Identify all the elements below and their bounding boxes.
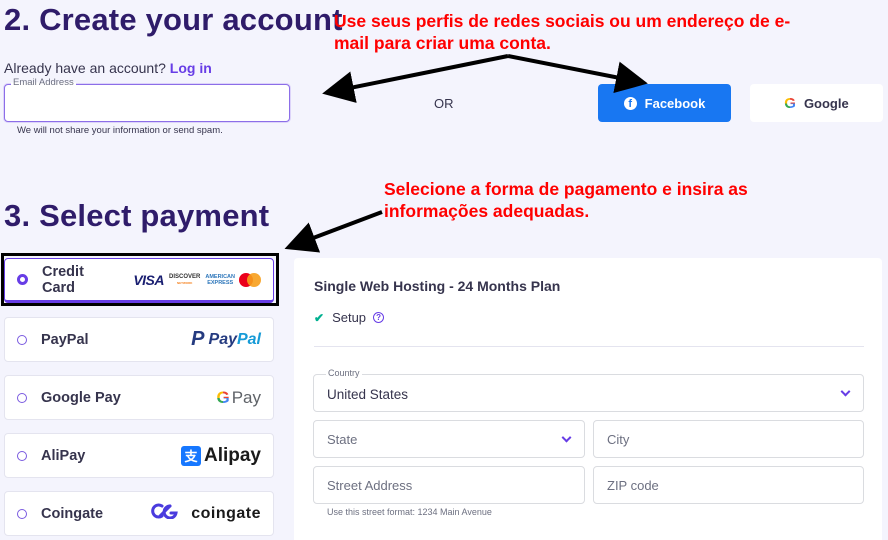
paypal-wordmark-pay: Pay bbox=[208, 330, 237, 348]
arrow-to-email bbox=[322, 54, 509, 103]
payment-method-label: Credit Card bbox=[42, 263, 84, 296]
facebook-icon: f bbox=[623, 96, 637, 110]
amex-logo: AMERICAN EXPRESS bbox=[205, 274, 235, 286]
radio-unselected[interactable] bbox=[17, 334, 27, 345]
facebook-login-button[interactable]: f Facebook bbox=[598, 84, 731, 122]
card-logos: VISA DISCOVER NETWORK AMERICAN EXPRESS bbox=[133, 272, 261, 288]
street-placeholder: Street Address bbox=[327, 477, 413, 493]
paypal-wordmark: PayPal bbox=[209, 331, 261, 349]
payment-method-label: AliPay bbox=[41, 447, 86, 464]
radio-unselected[interactable] bbox=[17, 392, 27, 403]
coingate-icon bbox=[151, 503, 181, 524]
order-details-panel: Single Web Hosting - 24 Months Plan ✔ Se… bbox=[294, 258, 882, 540]
arrow-to-facebook bbox=[507, 54, 648, 94]
coingate-logo: coingate bbox=[151, 503, 261, 524]
annotation-payment: Selecione a forma de pagamento e insira … bbox=[384, 179, 748, 221]
payment-method-google-pay[interactable]: Google Pay G Pay bbox=[4, 375, 274, 420]
email-field[interactable] bbox=[5, 85, 289, 121]
radio-unselected[interactable] bbox=[17, 450, 27, 461]
google-pay-logo: G Pay bbox=[216, 388, 261, 408]
payment-method-coingate[interactable]: Coingate coingate bbox=[4, 491, 274, 536]
country-value: United States bbox=[327, 386, 409, 402]
zip-code-input[interactable]: ZIP code bbox=[593, 466, 864, 504]
help-icon[interactable]: ? bbox=[373, 312, 385, 323]
country-select[interactable]: Country United States bbox=[313, 368, 864, 412]
already-have-account: Already have an account? Log in bbox=[4, 60, 212, 76]
setup-label: Setup bbox=[332, 310, 367, 325]
annotation-social: Use seus perfis de redes sociais ou um e… bbox=[334, 11, 791, 53]
setup-row: ✔ Setup ? bbox=[314, 310, 385, 325]
coingate-wordmark: coingate bbox=[191, 504, 261, 522]
email-help-text: We will not share your information or se… bbox=[17, 125, 223, 136]
city-placeholder: City bbox=[607, 431, 630, 447]
alipay-icon: 支 bbox=[180, 445, 201, 466]
check-icon: ✔ bbox=[314, 310, 325, 325]
chevron-down-icon bbox=[561, 432, 572, 443]
radio-selected[interactable] bbox=[17, 274, 28, 285]
payment-method-label: Coingate bbox=[41, 505, 104, 522]
or-separator: OR bbox=[434, 96, 454, 111]
plan-title: Single Web Hosting - 24 Months Plan bbox=[314, 278, 561, 294]
paypal-logo: P PayPal bbox=[191, 328, 261, 351]
paypal-wordmark-pal: Pal bbox=[236, 330, 261, 348]
amex-logo-line2: EXPRESS bbox=[207, 279, 234, 286]
mastercard-logo bbox=[239, 272, 261, 287]
login-link[interactable]: Log in bbox=[170, 60, 212, 76]
google-pay-wordmark: Pay bbox=[231, 387, 261, 407]
chevron-down-icon bbox=[840, 386, 851, 397]
alipay-wordmark: Alipay bbox=[203, 444, 261, 466]
alipay-logo: 支 Alipay bbox=[180, 444, 261, 467]
payment-method-credit-card[interactable]: Credit Card VISA DISCOVER NETWORK AMERICA… bbox=[4, 258, 274, 303]
discover-logo-text: DISCOVER bbox=[169, 273, 201, 280]
visa-logo: VISA bbox=[133, 271, 165, 288]
google-login-button[interactable]: G Google bbox=[750, 84, 883, 122]
payment-method-label: Google Pay bbox=[41, 389, 121, 406]
state-placeholder: State bbox=[327, 431, 358, 447]
state-select[interactable]: State bbox=[313, 420, 585, 458]
paypal-icon: P bbox=[191, 328, 205, 350]
discover-logo-subtext: NETWORK bbox=[176, 280, 193, 285]
payment-method-label: PayPal bbox=[41, 331, 89, 348]
google-button-label: Google bbox=[803, 95, 849, 111]
google-g-icon: G bbox=[216, 387, 230, 407]
google-icon: G bbox=[784, 94, 796, 112]
zip-placeholder: ZIP code bbox=[607, 477, 659, 493]
select-payment-heading: 3. Select payment bbox=[4, 198, 270, 233]
email-field-wrapper: Email Address bbox=[4, 77, 290, 122]
arrow-to-credit-card bbox=[284, 210, 383, 253]
city-input[interactable]: City bbox=[593, 420, 864, 458]
country-label: Country bbox=[326, 368, 362, 378]
discover-logo: DISCOVER NETWORK bbox=[169, 274, 200, 286]
already-text: Already have an account? bbox=[4, 60, 170, 76]
street-help-text: Use this street format: 1234 Main Avenue bbox=[327, 507, 492, 517]
street-address-input[interactable]: Street Address bbox=[313, 466, 585, 504]
payment-method-alipay[interactable]: AliPay 支 Alipay bbox=[4, 433, 274, 478]
payment-method-paypal[interactable]: PayPal P PayPal bbox=[4, 317, 274, 362]
radio-unselected[interactable] bbox=[17, 508, 27, 519]
create-account-heading: 2. Create your account bbox=[4, 2, 343, 37]
divider bbox=[314, 346, 864, 347]
facebook-button-label: Facebook bbox=[644, 95, 706, 111]
